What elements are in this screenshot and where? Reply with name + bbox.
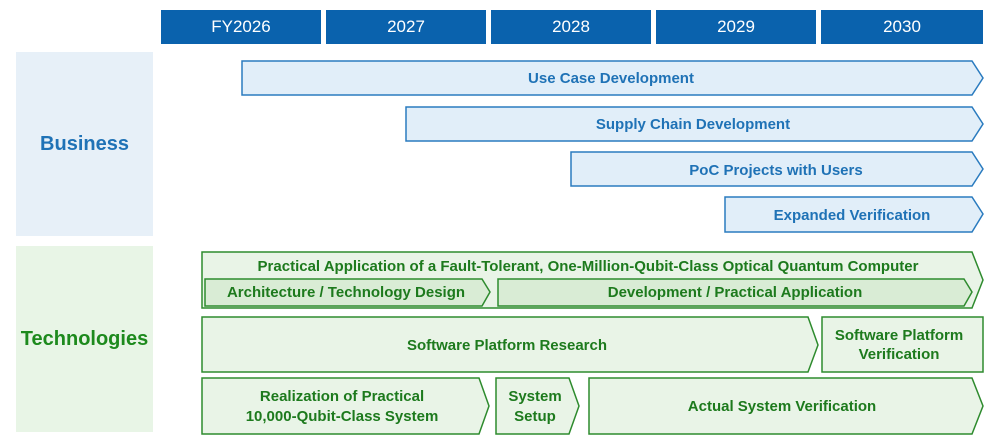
- tech-sw-research-label: Software Platform Research: [407, 337, 607, 354]
- business-bar-label: Expanded Verification: [774, 207, 931, 224]
- tech-realization-line1: Realization of Practical: [260, 388, 424, 405]
- tech-sw-verification-box: Software Platform Verification: [821, 316, 984, 373]
- tech-actual-verification-arrow: Actual System Verification: [588, 377, 984, 435]
- tech-sw-verification-line1: Software Platform: [835, 327, 963, 344]
- tech-sw-verification-line2: Verification: [859, 346, 940, 363]
- tech-sw-research-arrow: Software Platform Research: [201, 316, 819, 373]
- tech-realization-arrow: Realization of Practical 10,000-Qubit-Cl…: [201, 377, 490, 435]
- business-bar-poc-projects: PoC Projects with Users: [570, 151, 984, 187]
- tech-realization-line2: 10,000-Qubit-Class System: [246, 408, 439, 425]
- business-bar-label: Supply Chain Development: [596, 116, 790, 133]
- tech-arch-design-arrow: Architecture / Technology Design: [204, 278, 491, 307]
- business-bar-label: Use Case Development: [528, 70, 694, 87]
- business-bar-use-case: Use Case Development: [241, 60, 984, 96]
- roadmap-diagram: Use Case Development Supply Chain Develo…: [201, 60, 984, 435]
- tech-system-setup-line1: System: [508, 388, 561, 405]
- tech-system-setup-line2: Setup: [514, 408, 556, 425]
- business-bar-expanded-verification: Expanded Verification: [724, 196, 984, 233]
- tech-development-label: Development / Practical Application: [608, 284, 863, 301]
- tech-outer-title: Practical Application of a Fault-Toleran…: [258, 258, 919, 275]
- tech-arch-design-label: Architecture / Technology Design: [227, 284, 465, 301]
- tech-actual-verification-label: Actual System Verification: [688, 398, 876, 415]
- business-bar-supply-chain: Supply Chain Development: [405, 106, 984, 142]
- business-bar-label: PoC Projects with Users: [689, 162, 862, 179]
- tech-development-arrow: Development / Practical Application: [497, 278, 973, 307]
- tech-system-setup-arrow: System Setup: [495, 377, 580, 435]
